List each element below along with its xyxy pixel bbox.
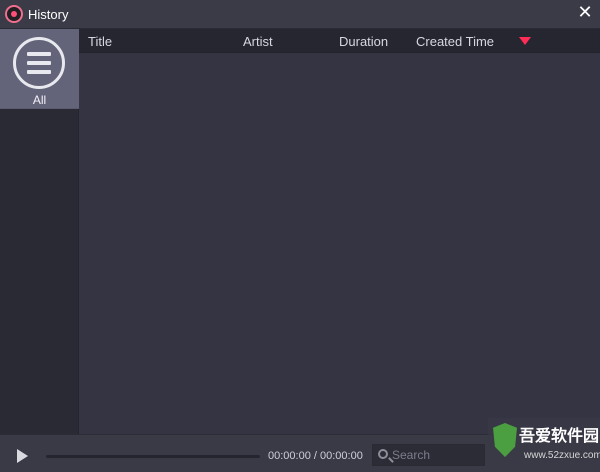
- search-input[interactable]: [392, 447, 480, 463]
- list-icon: [13, 37, 65, 89]
- window-title: History: [28, 7, 69, 22]
- time-display: 00:00:00 / 00:00:00: [268, 450, 363, 462]
- watermark: 吾爱软件园 www.52zxue.com: [488, 418, 600, 472]
- sidebar: All: [0, 29, 79, 434]
- leaf-logo-icon: [493, 423, 517, 457]
- watermark-url: www.52zxue.com: [524, 450, 600, 461]
- search-icon: [378, 449, 388, 459]
- list-line: [27, 61, 51, 65]
- search-box[interactable]: [372, 444, 485, 466]
- sidebar-item-label: All: [32, 93, 47, 107]
- sidebar-item-all[interactable]: All: [0, 29, 79, 109]
- sort-desc-icon[interactable]: [519, 37, 531, 45]
- list-line: [27, 52, 51, 56]
- table-header: Title Artist Duration Created Time: [79, 29, 600, 53]
- column-title[interactable]: Title: [88, 34, 112, 49]
- column-created-time[interactable]: Created Time: [416, 34, 494, 49]
- watermark-text: 吾爱软件园: [519, 426, 600, 445]
- column-artist[interactable]: Artist: [243, 34, 273, 49]
- column-duration[interactable]: Duration: [339, 34, 388, 49]
- progress-bar[interactable]: [46, 455, 260, 458]
- close-icon[interactable]: ✕: [577, 3, 593, 21]
- title-bar: History ✕: [0, 0, 600, 29]
- record-icon: [5, 5, 23, 23]
- history-list: Title Artist Duration Created Time: [79, 29, 600, 434]
- list-line: [27, 70, 51, 74]
- play-icon[interactable]: [17, 449, 28, 463]
